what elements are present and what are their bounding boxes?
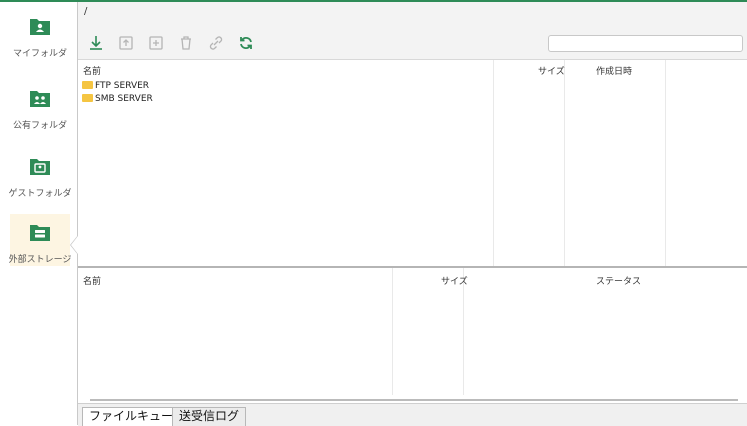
queue-list: 名前 サイズ ステータス [78, 268, 747, 401]
storage-folder-icon [30, 225, 50, 241]
refresh-icon[interactable] [237, 34, 255, 52]
column-divider [493, 60, 494, 266]
delete-icon[interactable] [177, 34, 195, 52]
folder-icon [82, 94, 93, 102]
column-divider [392, 268, 393, 395]
sidebar-item-label: マイフォルダ [12, 49, 67, 59]
sidebar-item-external-storage[interactable]: 外部ストレージ [9, 214, 71, 266]
column-header-size[interactable]: サイズ [538, 64, 565, 77]
list-item[interactable]: SMB SERVER [82, 94, 153, 106]
link-icon[interactable] [207, 34, 225, 52]
tab-file-queue[interactable]: ファイルキュー [82, 407, 181, 426]
toolbar [78, 28, 747, 60]
main-panel: / 名前 サイズ 作成日時 FTP SERVER SMB SERVER 名前 サ… [78, 2, 747, 426]
sidebar: マイフォルダ 公有フォルダ ゲストフォルダ 外部ストレージ [0, 2, 78, 425]
file-name: FTP SERVER [95, 81, 150, 91]
download-icon[interactable] [87, 34, 105, 52]
list-item[interactable]: FTP SERVER [82, 81, 149, 93]
sidebar-item-label: 外部ストレージ [8, 255, 72, 265]
column-header-created[interactable]: 作成日時 [596, 64, 632, 77]
sidebar-item-public-folder[interactable]: 公有フォルダ [10, 84, 70, 144]
bottom-tabs: ファイルキュー 送受信ログ [78, 403, 747, 426]
path-bar: / [78, 2, 747, 29]
sidebar-item-label: 公有フォルダ [12, 121, 67, 131]
person-folder-icon [30, 19, 50, 35]
column-header-name[interactable]: 名前 [83, 64, 101, 77]
upload-icon[interactable] [117, 34, 135, 52]
group-folder-icon [30, 91, 50, 107]
current-path: / [84, 6, 88, 17]
file-name: SMB SERVER [95, 94, 153, 104]
active-indicator-inner [71, 236, 78, 254]
horizontal-scrollbar[interactable] [90, 399, 738, 401]
column-header-status[interactable]: ステータス [596, 274, 641, 287]
search-input[interactable] [548, 35, 743, 52]
column-divider [665, 60, 666, 266]
tab-transfer-log[interactable]: 送受信ログ [172, 407, 247, 426]
column-divider [564, 60, 565, 266]
column-divider [463, 268, 464, 395]
column-header-name[interactable]: 名前 [83, 274, 101, 287]
sidebar-item-my-folder[interactable]: マイフォルダ [10, 12, 70, 72]
new-folder-icon[interactable] [147, 34, 165, 52]
file-list: 名前 サイズ 作成日時 FTP SERVER SMB SERVER [78, 60, 747, 266]
guest-folder-icon [30, 159, 50, 175]
sidebar-item-guest-folder[interactable]: ゲストフォルダ [8, 152, 72, 212]
sidebar-item-label: ゲストフォルダ [8, 189, 72, 199]
folder-icon [82, 81, 93, 89]
column-header-size[interactable]: サイズ [441, 274, 468, 287]
